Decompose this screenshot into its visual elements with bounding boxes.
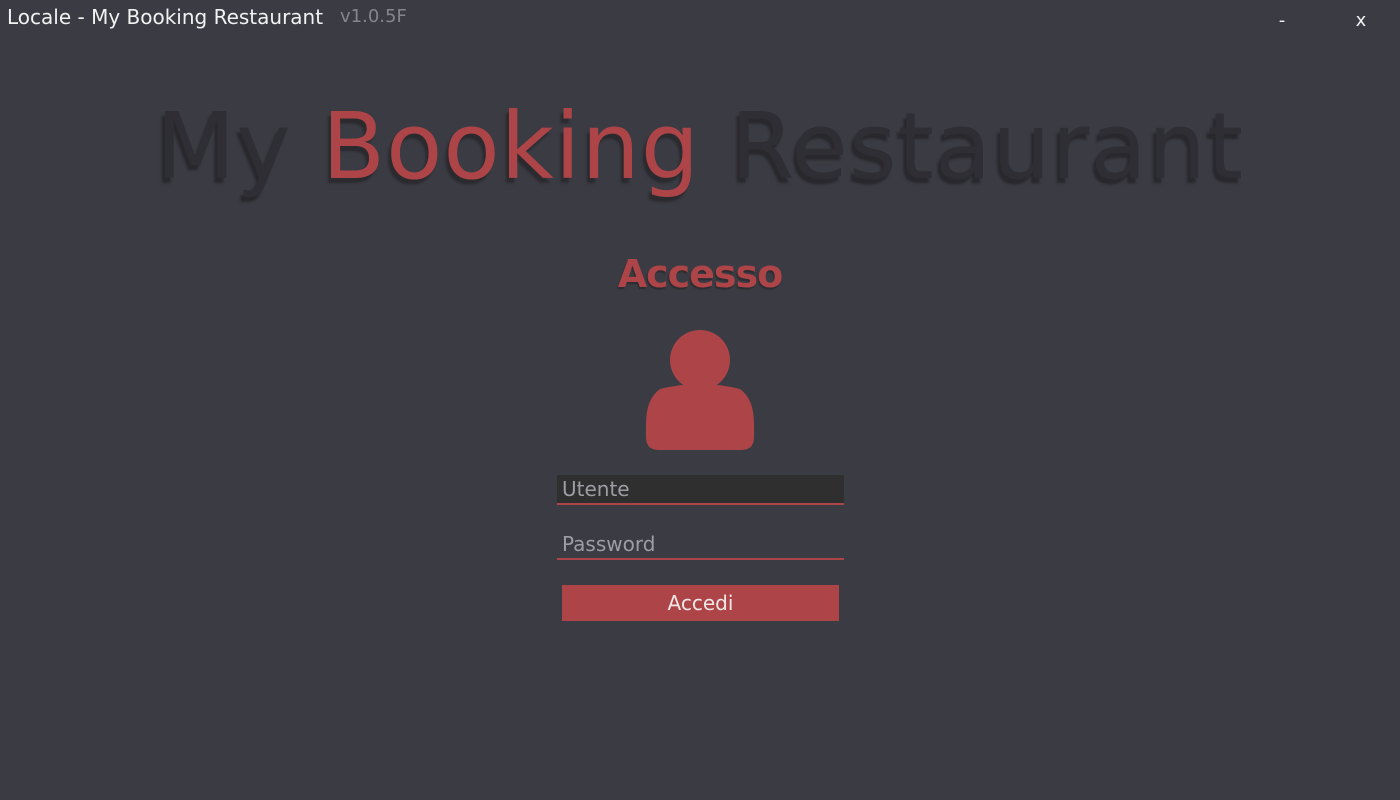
brand-word-restaurant: Restaurant — [730, 93, 1245, 200]
window-titlebar: Locale - My Booking Restaurant v1.0.5F -… — [0, 0, 1400, 40]
brand-logo-text: My Booking Restaurant — [0, 92, 1400, 202]
brand-word-booking: Booking — [321, 93, 701, 200]
minimize-button[interactable]: - — [1267, 6, 1297, 36]
username-field[interactable] — [557, 475, 844, 505]
user-icon — [646, 330, 754, 450]
version-label: v1.0.5F — [340, 6, 407, 27]
brand-word-my: My — [155, 93, 292, 200]
login-button[interactable]: Accedi — [562, 585, 839, 621]
close-button[interactable]: x — [1346, 6, 1376, 36]
login-title: Accesso — [617, 252, 784, 296]
password-field[interactable] — [557, 530, 844, 560]
window-title: Locale - My Booking Restaurant — [7, 5, 324, 29]
